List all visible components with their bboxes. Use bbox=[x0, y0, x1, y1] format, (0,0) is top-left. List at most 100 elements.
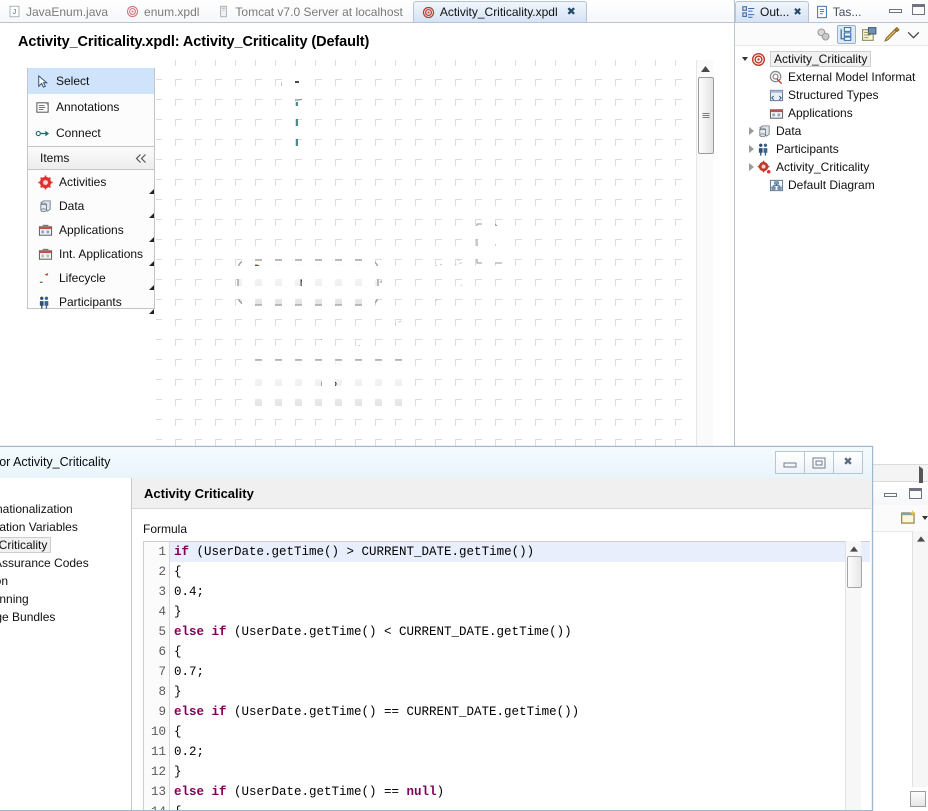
canvas-vertical-scrollbar[interactable] bbox=[696, 60, 714, 460]
palette-more-corner-icon bbox=[149, 309, 154, 314]
scrollbar-grip bbox=[702, 112, 710, 119]
editor-tab-label: Activity_Criticality.xpdl bbox=[439, 5, 558, 19]
dialog-sidebar-item-planning[interactable]: Planning bbox=[0, 590, 131, 608]
code-line: 12} bbox=[144, 762, 870, 782]
view-menu-icon[interactable] bbox=[905, 26, 922, 43]
tree-item-structured-types[interactable]: Structured Types bbox=[735, 86, 928, 104]
node-userdate[interactable]: UserDate bbox=[465, 223, 516, 280]
expander-collapsed-icon[interactable] bbox=[745, 145, 757, 153]
close-icon[interactable]: ✖ bbox=[793, 7, 801, 18]
dropdown-arrow-icon[interactable] bbox=[922, 516, 928, 520]
scrollbar-thumb[interactable] bbox=[698, 77, 714, 154]
palette-group-items[interactable]: Items bbox=[28, 146, 154, 170]
dialog-sidebar-item-quality-assurance-codes[interactable]: ty Assurance Codes bbox=[0, 554, 131, 572]
tree-item-label: Default Diagram bbox=[788, 178, 875, 192]
dialog-sidebar-item-activity-criticality[interactable]: ty Criticality bbox=[0, 536, 131, 554]
expander-collapsed-icon[interactable] bbox=[745, 127, 757, 135]
palette-tool-connect[interactable]: Connect bbox=[28, 120, 154, 146]
scrollbar-corner bbox=[910, 791, 926, 807]
expander-collapsed-icon[interactable] bbox=[745, 163, 757, 171]
line-number: 6 bbox=[144, 642, 170, 662]
svg-text:M1: M1 bbox=[300, 277, 317, 291]
collapse-double-chevron-icon[interactable] bbox=[135, 153, 148, 164]
scroll-right-icon[interactable] bbox=[919, 466, 923, 486]
tree-item-data[interactable]: Data bbox=[735, 122, 928, 140]
palette-tool-select[interactable]: Select bbox=[28, 68, 154, 94]
association-userdate-m1-in[interactable] bbox=[379, 259, 475, 284]
palette-item-activities[interactable]: Activities bbox=[28, 170, 154, 194]
minimize-icon[interactable] bbox=[889, 4, 902, 15]
tab-label: Out... bbox=[760, 5, 790, 19]
scroll-up-icon[interactable] bbox=[697, 62, 713, 76]
maximize-icon[interactable] bbox=[912, 4, 925, 15]
scrollbar-thumb[interactable] bbox=[847, 556, 862, 588]
connector-start-to-m1[interactable] bbox=[296, 102, 319, 261]
tree-item-participants[interactable]: Participants bbox=[735, 140, 928, 158]
association-m1-userdate-out[interactable] bbox=[381, 254, 475, 281]
editor-tab-tomcat-server[interactable]: Tomcat v7.0 Server at localhost bbox=[209, 1, 412, 22]
sidebar-item-label: Planning bbox=[0, 592, 29, 606]
overlays-icon[interactable] bbox=[815, 26, 832, 43]
dialog-maximize-button[interactable] bbox=[804, 451, 834, 474]
line-number: 2 bbox=[144, 562, 170, 582]
highlight-pen-icon[interactable] bbox=[883, 26, 900, 43]
code-text: 0.4; bbox=[174, 585, 205, 599]
editor-tab-bar: J JavaEnum.java enum.xpdl Tomcat v7.0 Se… bbox=[0, 0, 735, 23]
scroll-up-icon[interactable] bbox=[846, 543, 861, 555]
tree-item-activity-criticality-root[interactable]: Activity_Criticality bbox=[735, 50, 928, 68]
activity-gear-red-icon bbox=[38, 174, 53, 190]
dialog-sidebar-item-configuration-variables[interactable]: guration Variables bbox=[0, 518, 131, 536]
code-line: 10 { bbox=[144, 722, 870, 742]
diagram-palette: Select Annotations Connect Items Activit… bbox=[27, 68, 155, 314]
expander-expanded-icon[interactable] bbox=[739, 57, 751, 61]
minimize-icon[interactable] bbox=[884, 488, 897, 499]
editor-tab-enum-xpdl[interactable]: enum.xpdl bbox=[118, 1, 209, 22]
tree-item-applications[interactable]: Applications bbox=[735, 104, 928, 122]
palette-item-lifecycle[interactable]: Lifecycle bbox=[28, 266, 154, 290]
tree-view-icon[interactable] bbox=[837, 24, 856, 44]
editor-tab-activity-criticality[interactable]: Activity_Criticality.xpdl ✖ bbox=[412, 1, 587, 22]
data-cylinder-icon bbox=[759, 124, 770, 137]
code-vertical-scrollbar[interactable] bbox=[845, 541, 862, 810]
code-line: 13 else if (UserDate.getTime() == null) bbox=[144, 782, 870, 802]
properties-view-icon[interactable] bbox=[861, 26, 878, 43]
close-icon[interactable]: ✖ bbox=[567, 6, 576, 18]
dialog-sidebar-item-ation[interactable]: ation bbox=[0, 572, 131, 590]
dialog-sidebar-item-general[interactable]: ral bbox=[0, 482, 131, 500]
node-m1[interactable]: M1 bbox=[237, 259, 379, 306]
palette-item-int-applications[interactable]: Int. Applications bbox=[28, 242, 154, 266]
palette-item-applications[interactable]: Applications bbox=[28, 218, 154, 242]
dialog-sidebar-item-language-bundles[interactable]: uage Bundles bbox=[0, 608, 131, 626]
tree-item-activity-criticality[interactable]: Activity_Criticality bbox=[735, 158, 928, 176]
palette-group-label: Items bbox=[40, 151, 70, 165]
tree-item-default-diagram[interactable]: Default Diagram bbox=[735, 176, 928, 194]
code-line: 8} bbox=[144, 682, 870, 702]
formula-code-editor[interactable]: 1 if (UserDate.getTime() > CURRENT_DATE.g… bbox=[143, 541, 870, 810]
editor-tab-javaenum[interactable]: J JavaEnum.java bbox=[0, 1, 118, 22]
connector-m1-to-m2[interactable] bbox=[310, 305, 332, 363]
scroll-up-icon[interactable] bbox=[913, 532, 928, 545]
palette-item-participants[interactable]: Participants bbox=[28, 290, 154, 314]
outline-icon bbox=[742, 6, 755, 18]
tree-item-external-model-information[interactable]: External Model Informat bbox=[735, 68, 928, 86]
line-number: 9 bbox=[144, 702, 170, 722]
dialog-minimize-button[interactable] bbox=[775, 451, 805, 474]
palette-item-data[interactable]: Data bbox=[28, 194, 154, 218]
palette-tool-annotations[interactable]: Annotations bbox=[28, 94, 154, 120]
diagram-canvas[interactable]: M1 M2 UserDate bbox=[156, 60, 694, 460]
new-window-icon[interactable] bbox=[900, 509, 918, 527]
tab-tasks[interactable]: Tas... bbox=[809, 1, 868, 22]
outline-window-buttons bbox=[889, 4, 925, 15]
connect-link-icon bbox=[35, 130, 50, 136]
tree-item-label: Activity_Criticality bbox=[776, 160, 870, 174]
console-vertical-scrollbar[interactable] bbox=[912, 531, 928, 787]
maximize-icon[interactable] bbox=[909, 488, 922, 499]
line-number: 3 bbox=[144, 582, 170, 602]
properties-dialog: s for Activity_Criticality ✖ ral ternati… bbox=[0, 446, 873, 811]
dialog-sidebar-item-internationalization[interactable]: ternationalization bbox=[0, 500, 131, 518]
dialog-close-button[interactable]: ✖ bbox=[833, 451, 863, 474]
tab-outline[interactable]: Out... ✖ bbox=[735, 1, 809, 22]
node-manual-trigger[interactable] bbox=[281, 69, 313, 101]
code-line: 4} bbox=[144, 602, 870, 622]
node-m2[interactable]: M2 bbox=[243, 359, 415, 408]
